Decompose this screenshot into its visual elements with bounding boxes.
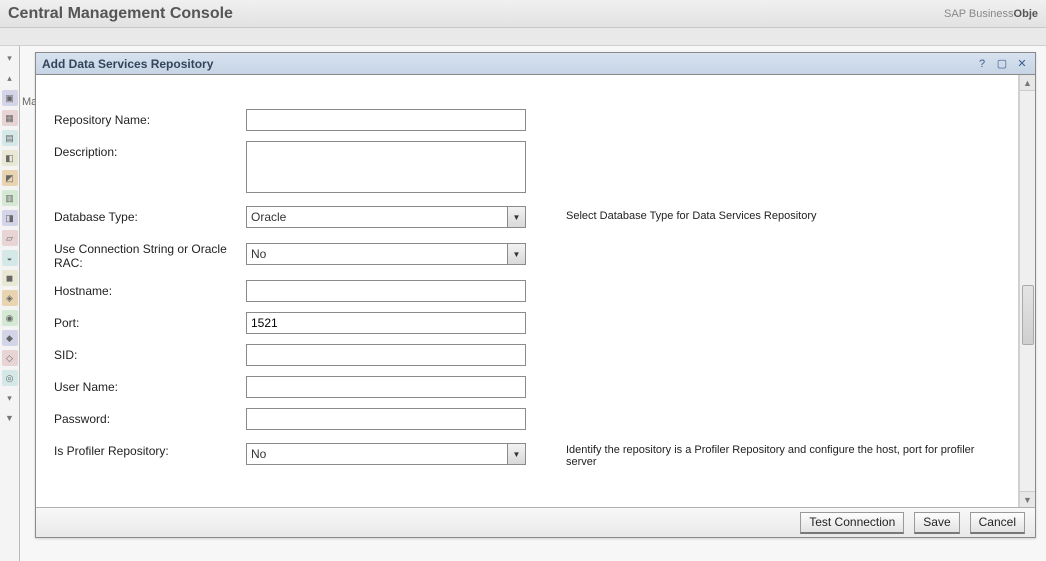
app-title: Central Management Console [8,5,233,23]
sidebar-icon-15[interactable]: ◇ [2,350,18,366]
hostname-label: Hostname: [54,280,246,302]
db-type-value: Oracle [247,210,507,224]
hostname-input[interactable] [246,280,526,302]
port-input[interactable] [246,312,526,334]
brand-bold: Obje [1014,8,1038,20]
sidebar-icon-16[interactable]: ◎ [2,370,18,386]
sidebar-icon-17[interactable]: ▾ [2,390,18,406]
scroll-down-icon[interactable]: ▼ [1020,491,1035,507]
sidebar-icon-10[interactable]: ◒ [2,250,18,266]
sidebar-icon-13[interactable]: ◉ [2,310,18,326]
sidebar-icon-4[interactable]: ▤ [2,130,18,146]
sidebar-icon-1[interactable]: ▴ [2,70,18,86]
sidebar-icon-3[interactable]: ▦ [2,110,18,126]
password-label: Password: [54,408,246,430]
description-input[interactable] [246,141,526,193]
dialog-titlebar[interactable]: Add Data Services Repository ? ▢ ✕ [36,53,1035,75]
db-type-select[interactable]: Oracle ▼ [246,206,526,228]
sidebar-icon-12[interactable]: ◈ [2,290,18,306]
repo-name-label: Repository Name: [54,109,246,131]
sidebar-icon-8[interactable]: ◨ [2,210,18,226]
username-input[interactable] [246,376,526,398]
sid-input[interactable] [246,344,526,366]
db-type-hint: Select Database Type for Data Services R… [536,206,1000,228]
sid-label: SID: [54,344,246,366]
help-icon[interactable]: ? [975,57,989,71]
is-profiler-label: Is Profiler Repository: [54,440,246,468]
is-profiler-select[interactable]: No ▼ [246,443,526,465]
scroll-thumb[interactable] [1022,285,1034,345]
brand-text: SAP BusinessObje [944,8,1038,20]
sidebar-icon-5[interactable]: ◧ [2,150,18,166]
sidebar-icon-6[interactable]: ◩ [2,170,18,186]
save-button[interactable]: Save [914,512,959,534]
close-icon[interactable]: ✕ [1015,57,1029,71]
chevron-down-icon: ▼ [507,444,525,464]
password-input[interactable] [246,408,526,430]
dialog-footer: Test Connection Save Cancel [36,507,1035,537]
is-profiler-hint: Identify the repository is a Profiler Re… [536,440,1000,468]
sidebar-icon-18[interactable]: ▼ [2,410,18,426]
db-type-label: Database Type: [54,206,246,228]
sidebar-icon-0[interactable]: ▾ [2,50,18,66]
sidebar: ▾ ▴ ▣ ▦ ▤ ◧ ◩ ▥ ◨ ▱ ◒ ◼ ◈ ◉ ◆ ◇ ◎ ▾ ▼ [0,46,20,561]
sidebar-icon-2[interactable]: ▣ [2,90,18,106]
brand-prefix: SAP Business [944,8,1014,20]
test-connection-button[interactable]: Test Connection [800,512,904,534]
repo-name-input[interactable] [246,109,526,131]
scroll-up-icon[interactable]: ▲ [1020,75,1035,91]
conn-string-label: Use Connection String or Oracle RAC: [54,238,246,270]
conn-string-value: No [247,247,507,261]
cancel-button[interactable]: Cancel [970,512,1025,534]
sidebar-icon-7[interactable]: ▥ [2,190,18,206]
is-profiler-value: No [247,447,507,461]
maximize-icon[interactable]: ▢ [995,57,1009,71]
username-label: User Name: [54,376,246,398]
sidebar-icon-9[interactable]: ▱ [2,230,18,246]
chevron-down-icon: ▼ [507,207,525,227]
description-label: Description: [54,141,246,196]
app-titlebar: Central Management Console SAP BusinessO… [0,0,1046,28]
dialog-scrollbar[interactable]: ▲ ▼ [1019,75,1035,507]
conn-string-select[interactable]: No ▼ [246,243,526,265]
toolbar-stub [0,28,1046,46]
dialog-title: Add Data Services Repository [42,57,213,71]
chevron-down-icon: ▼ [507,244,525,264]
add-repository-dialog: Add Data Services Repository ? ▢ ✕ Repos… [35,52,1036,538]
sidebar-icon-11[interactable]: ◼ [2,270,18,286]
port-label: Port: [54,312,246,334]
sidebar-icon-14[interactable]: ◆ [2,330,18,346]
dialog-form: Repository Name: Description: Database T… [36,75,1019,507]
